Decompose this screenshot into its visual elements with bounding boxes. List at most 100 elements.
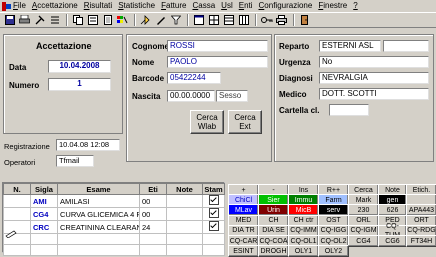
save-icon[interactable] [3,14,16,26]
diagnosi-field[interactable]: NEVRALGIA [319,72,429,84]
table-row[interactable] [3,244,225,256]
sesso-field[interactable]: Sesso [216,90,248,102]
column-header[interactable]: Eti [139,183,167,195]
cerca-wlab-button[interactable]: Cerca Wlab [190,110,224,134]
barcode-label: Barcode [132,74,165,83]
toolbar-separator [187,14,189,26]
document-icon[interactable] [101,14,114,26]
menu-fatture[interactable]: Fatture [161,0,186,12]
printer-icon[interactable] [275,14,288,26]
medico-label: Medico [279,90,307,99]
app-icon[interactable] [2,1,11,11]
window-icon[interactable] [192,14,205,26]
filter-icon[interactable] [169,14,182,26]
stampa-checkbox[interactable] [208,221,219,231]
cell-eti[interactable] [139,233,167,245]
cell-esame[interactable]: AMILASI [57,194,140,208]
nome-field[interactable]: PAOLO [167,56,268,68]
tools-icon[interactable] [33,14,46,26]
cell-n[interactable] [3,194,31,208]
cell-sigla[interactable]: CG4 [30,207,58,221]
column-header[interactable]: Esame [57,183,140,195]
diagnosi-label: Diagnosi [279,74,313,83]
form-icon[interactable] [86,14,99,26]
table-row[interactable]: CG4 CURVA GLICEMICA 4 PI 00 [3,207,225,221]
cell-eti[interactable] [139,244,167,256]
cell-note[interactable] [166,220,203,234]
exit-icon[interactable] [298,14,311,26]
cell-esame[interactable]: CREATININA CLEARAN [57,220,140,234]
barcode-field[interactable]: 05422244 [167,72,221,84]
table-row[interactable]: CRC CREATININA CLEARAN 24 [3,220,225,234]
cell-esame[interactable]: CURVA GLICEMICA 4 PI [57,207,140,221]
list-icon[interactable] [48,14,61,26]
cartella-label: Cartella cl. [279,106,320,115]
menu-help[interactable]: ? [353,0,357,12]
table-row[interactable]: AMI AMILASI 00 [3,194,225,208]
menu-finestre[interactable]: Finestre [318,0,347,12]
cell-n[interactable] [3,244,31,256]
nome-label: Nome [132,58,155,67]
urgenza-field[interactable]: No [319,56,429,68]
table-row[interactable] [3,233,225,245]
stampa-checkbox[interactable] [208,195,219,205]
pad-button-oly1[interactable]: OLY1 [288,245,319,257]
edit-icon[interactable] [154,14,167,26]
cell-stam [202,207,225,221]
cell-sigla[interactable] [30,244,58,256]
palette-icon[interactable] [116,14,129,26]
menu-cassa[interactable]: Cassa [192,0,215,12]
pad-button-ft34h[interactable]: FT34H [406,235,436,247]
menu-file[interactable]: File [13,0,26,12]
menu-usl[interactable]: Usl [221,0,233,12]
column-header[interactable]: Note [166,183,203,195]
pad-button-cg4[interactable]: CG4 [348,235,379,247]
numero-field[interactable]: 1 [48,78,111,91]
operatori-field[interactable]: Tfmail [56,155,94,167]
print-icon[interactable] [18,14,31,26]
stampa-checkbox[interactable] [208,208,219,218]
cognome-field[interactable]: ROSSI [167,40,268,52]
column-header[interactable]: Sigla [30,183,58,195]
cell-note[interactable] [166,233,203,245]
columns-icon[interactable] [237,14,250,26]
pad-button-esint[interactable]: ESINT [228,245,259,257]
menu-enti[interactable]: Enti [239,0,253,12]
nascita-field[interactable]: 00.00.0000 [167,90,215,102]
cell-note[interactable] [166,194,203,208]
copy-icon[interactable] [71,14,84,26]
pad-button-cg6[interactable]: CG6 [378,235,407,247]
medico-field[interactable]: DOTT. SCOTTI [319,88,429,100]
cell-esame[interactable] [57,233,140,245]
cell-eti[interactable]: 00 [139,207,167,221]
rocket-icon[interactable] [139,14,152,26]
menu-accettazione[interactable]: Accettazione [32,0,78,12]
cell-n[interactable] [3,207,31,221]
cell-eti[interactable]: 00 [139,194,167,208]
cell-note[interactable] [166,207,203,221]
cerca-ext-button[interactable]: Cerca Ext [228,110,262,134]
reparto-field[interactable]: ESTERNI ASL [319,40,381,52]
cell-note[interactable] [166,244,203,256]
registrazione-field[interactable]: 10.04.08 12:08 [56,139,120,151]
menu-configurazione[interactable]: Configurazione [259,0,313,12]
cell-sigla[interactable]: CRC [30,220,58,234]
cartella-field[interactable] [329,104,369,116]
cell-eti[interactable]: 24 [139,220,167,234]
column-header[interactable]: N. [3,183,31,195]
cell-esame[interactable] [57,244,140,256]
cell-stam [202,233,225,245]
menu-statistiche[interactable]: Statistiche [118,0,155,12]
pad-button-oly2[interactable]: OLY2 [318,245,349,257]
pad-button-drogh[interactable]: DROGH [258,245,289,257]
cell-sigla[interactable]: AMI [30,194,58,208]
data-field[interactable]: 10.04.2008 [48,60,111,73]
menu-risultati[interactable]: Risultati [84,0,112,12]
grid-icon[interactable] [207,14,220,26]
cell-sigla[interactable] [30,233,58,245]
table-icon[interactable] [222,14,235,26]
urgenza-label: Urgenza [279,58,311,67]
column-header[interactable]: Stam [202,183,225,195]
reparto-extra-field[interactable] [383,40,429,52]
key-icon[interactable] [260,14,273,26]
